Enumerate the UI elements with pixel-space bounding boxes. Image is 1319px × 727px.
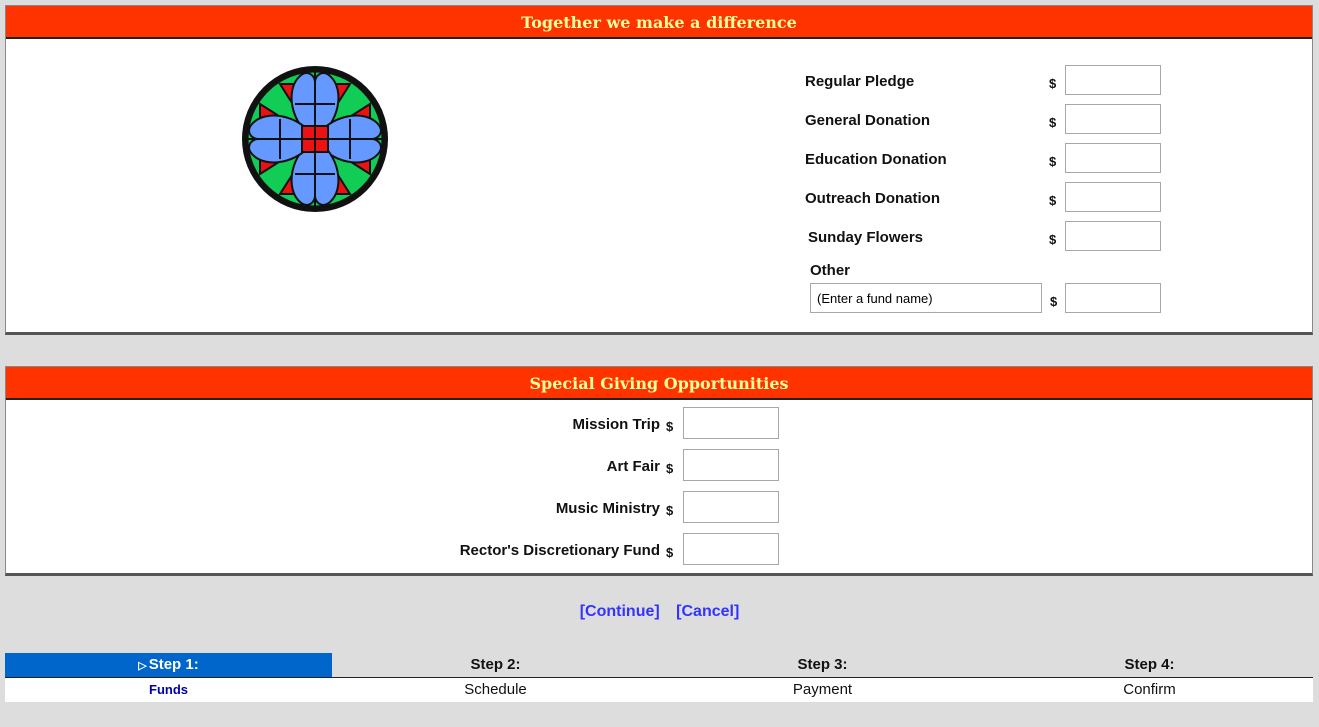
step-1-name: Funds (149, 682, 188, 697)
fund-label: Regular Pledge (805, 73, 915, 90)
special-row-mission-trip: Mission Trip $ (300, 407, 790, 441)
currency-symbol: $ (666, 503, 674, 518)
step-headers: ▷ Step 1: Step 2: Step 3: Step 4: (5, 653, 1313, 678)
step-names: Funds Schedule Payment Confirm (5, 678, 1313, 702)
currency-symbol: $ (1049, 115, 1057, 130)
fund-row-general-donation: General Donation $ (805, 104, 1165, 136)
currency-symbol: $ (666, 545, 674, 560)
step-4-header: Step 4: (986, 653, 1313, 677)
step-label: Step 4: (1124, 656, 1175, 673)
currency-symbol: $ (1050, 294, 1058, 309)
currency-symbol: $ (1049, 76, 1057, 91)
regular-pledge-amount-input[interactable] (1065, 65, 1161, 95)
fund-row-education-donation: Education Donation $ (805, 143, 1165, 175)
special-fund-label: Mission Trip (572, 416, 660, 433)
step-3-name: Payment (792, 681, 853, 698)
fund-label: General Donation (805, 112, 931, 129)
step-label: Step 3: (797, 656, 848, 673)
currency-symbol: $ (1049, 232, 1057, 247)
fund-row-outreach-donation: Outreach Donation $ (805, 182, 1165, 214)
outreach-donation-amount-input[interactable] (1065, 182, 1161, 212)
general-donation-amount-input[interactable] (1065, 104, 1161, 134)
rectors-discretionary-fund-amount-input[interactable] (683, 533, 779, 565)
special-row-music-ministry: Music Ministry $ (300, 491, 790, 525)
step-4-name: Confirm (1123, 681, 1176, 698)
stained-glass-rose-window-icon (242, 66, 388, 212)
special-fund-label: Rector's Discretionary Fund (459, 542, 660, 559)
fund-label: Outreach Donation (805, 190, 941, 207)
other-fund-name-input[interactable] (810, 283, 1042, 313)
special-row-rectors-discretionary-fund: Rector's Discretionary Fund $ (300, 533, 790, 567)
step-1-header: ▷ Step 1: (5, 653, 332, 677)
wizard-steps: ▷ Step 1: Step 2: Step 3: Step 4: Funds S… (5, 653, 1313, 702)
currency-symbol: $ (666, 461, 674, 476)
step-2-header: Step 2: (332, 653, 659, 677)
step-2-name: Schedule (464, 681, 527, 698)
triangle-right-icon: ▷ (138, 660, 147, 672)
step-label: Step 2: (470, 656, 521, 673)
step-label: Step 1: (148, 656, 199, 673)
other-fund-amount-input[interactable] (1065, 283, 1161, 313)
fund-row-regular-pledge: Regular Pledge $ (805, 65, 1165, 97)
education-donation-amount-input[interactable] (1065, 143, 1161, 173)
continue-link[interactable]: [Continue] (580, 603, 660, 620)
special-fund-label: Music Ministry (555, 500, 660, 517)
other-fund-label: Other (810, 262, 851, 279)
currency-symbol: $ (1049, 193, 1057, 208)
step-3-header: Step 3: (659, 653, 986, 677)
art-fair-amount-input[interactable] (683, 449, 779, 481)
fund-label: Education Donation (805, 151, 947, 168)
form-actions: [Continue] [Cancel] (0, 603, 1319, 621)
music-ministry-amount-input[interactable] (683, 491, 779, 523)
cancel-link[interactable]: [Cancel] (676, 603, 739, 620)
special-row-art-fair: Art Fair $ (300, 449, 790, 483)
panel-title: Special Giving Opportunities (6, 367, 1312, 400)
fund-label: Sunday Flowers (808, 229, 924, 246)
currency-symbol: $ (1049, 154, 1057, 169)
panel-title: Together we make a difference (6, 6, 1312, 39)
fund-row-sunday-flowers: Sunday Flowers $ (808, 221, 1168, 253)
currency-symbol: $ (666, 419, 674, 434)
special-fund-label: Art Fair (606, 458, 660, 475)
sunday-flowers-amount-input[interactable] (1065, 221, 1161, 251)
mission-trip-amount-input[interactable] (683, 407, 779, 439)
